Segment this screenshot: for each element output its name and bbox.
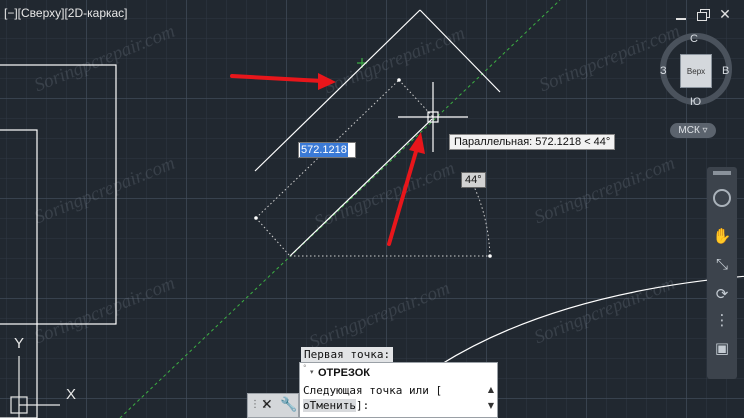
command-prompt-label: Первая точка:	[301, 347, 394, 362]
dynamic-distance-input[interactable]: 572.1218	[298, 142, 356, 158]
command-line-options: оТменить]:	[303, 399, 369, 412]
navigation-bar: ✋ ⤡ ⟳ ⋮ ▣	[707, 167, 737, 379]
close-icon[interactable]: ✕	[718, 8, 732, 22]
red-arrow-annotation	[387, 132, 425, 246]
command-line-suffix: ]:	[355, 399, 370, 412]
compass-west[interactable]: З	[660, 65, 667, 77]
command-arrow-icon: ▾	[310, 368, 314, 376]
ucs-x-label: X	[66, 386, 77, 403]
rectangle-outer	[0, 64, 117, 325]
existing-line	[419, 9, 501, 93]
viewcube-face-top[interactable]: Верх	[680, 54, 712, 88]
rubber-band-line	[289, 118, 433, 257]
drawing-canvas[interactable]: Soringpcrepair.com Soringpcrepair.com So…	[0, 0, 744, 418]
command-line-toolbar: ⋮⋮ ✕ 🔧	[247, 393, 299, 418]
command-line-text: Следующая точка или [	[303, 384, 443, 397]
restore-icon[interactable]	[696, 8, 710, 22]
angle-dimension-label[interactable]: 44°	[461, 172, 486, 188]
ucs-menu-button[interactable]: МСК ▿	[670, 123, 716, 138]
scroll-up-icon[interactable]: ▲	[488, 385, 494, 394]
command-line-panel[interactable]: ° ▾ ОТРЕЗОК Следующая точка или [ оТмени…	[299, 362, 498, 418]
steering-wheel-icon[interactable]	[711, 187, 733, 209]
minimize-icon[interactable]	[674, 8, 688, 22]
grip-points	[254, 78, 492, 258]
distance-value: 572.1218	[300, 143, 348, 157]
customize-wrench-icon[interactable]: 🔧	[280, 396, 297, 414]
undo-option[interactable]: оТменить	[303, 399, 356, 412]
ucs-y-label: Y	[14, 335, 25, 352]
compass-south[interactable]: Ю	[690, 96, 701, 108]
arc	[439, 275, 744, 366]
dimension-guides	[255, 79, 491, 257]
compass-north[interactable]: С	[690, 33, 698, 45]
history-marker-icon: °	[303, 364, 307, 372]
orbit-icon[interactable]: ⟳	[711, 283, 733, 305]
zoom-extents-icon[interactable]: ⤡	[711, 253, 733, 275]
ucs-icon	[10, 356, 60, 418]
viewport-controls-label[interactable]: [−][Сверху][2D-каркас]	[4, 6, 128, 20]
close-command-line-icon[interactable]: ✕	[261, 396, 273, 414]
window-controls: ✕	[674, 8, 732, 22]
scroll-down-icon[interactable]: ▼	[488, 401, 494, 410]
pan-icon[interactable]: ✋	[711, 225, 733, 247]
navbar-more-icon[interactable]: ⋮	[711, 309, 733, 331]
command-history-entry: ОТРЕЗОК	[318, 367, 370, 379]
red-arrow-annotation	[230, 73, 336, 90]
parallel-snap-tooltip: Параллельная: 572.1218 < 44°	[449, 134, 616, 150]
showmotion-icon[interactable]: ▣	[711, 337, 733, 359]
compass-east[interactable]: В	[722, 65, 729, 77]
